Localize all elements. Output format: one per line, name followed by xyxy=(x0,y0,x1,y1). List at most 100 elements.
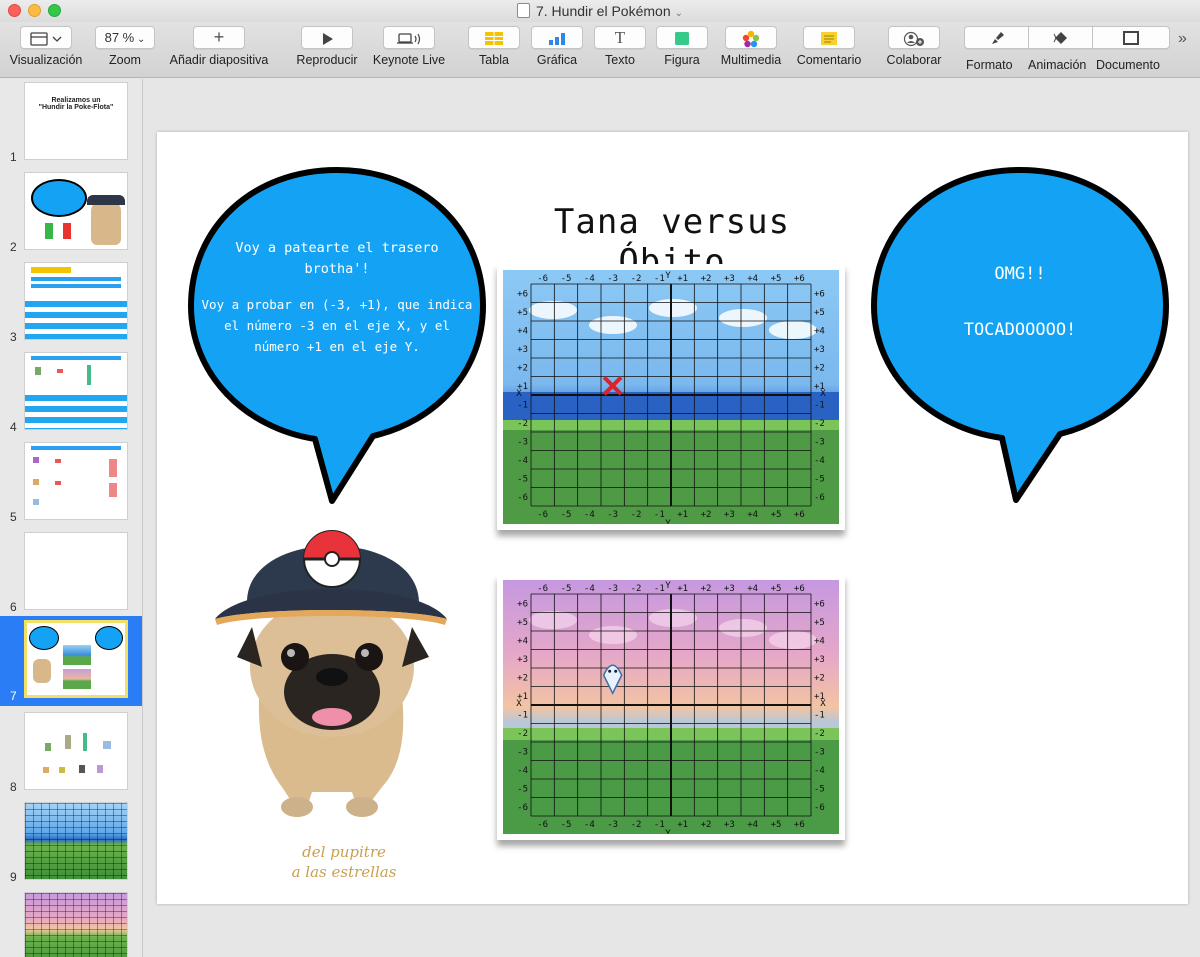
cloud-graphic xyxy=(719,619,767,637)
text-button[interactable]: T xyxy=(594,26,646,49)
slide-number: 8 xyxy=(10,780,17,794)
y-tick-label: -4 xyxy=(814,456,825,466)
y-tick-label: -3 xyxy=(814,437,825,447)
comment-menu[interactable]: Comentario xyxy=(793,26,865,67)
double-chevron-right-icon[interactable]: » xyxy=(1178,30,1187,48)
slide-navigator[interactable]: Realizamos un "Hundir la Poke-Flota" 1 2… xyxy=(0,79,143,957)
sprite-graphic xyxy=(33,499,39,505)
inspector-labels: Formato Animación Documento xyxy=(964,58,1170,73)
slide-preview: Realizamos un "Hundir la Poke-Flota" xyxy=(24,82,128,160)
x-tick-label: -4 xyxy=(584,274,595,284)
document-title: 7. Hundir el Pokémon xyxy=(535,3,671,19)
chart-menu[interactable]: Gráfica xyxy=(531,26,583,67)
slide-thumb-6[interactable]: 6 xyxy=(0,529,142,617)
signature-line: a las estrellas xyxy=(291,863,397,881)
collaborate-menu[interactable]: Colaborar xyxy=(884,26,944,67)
view-button[interactable] xyxy=(20,26,72,49)
document-label: Documento xyxy=(1096,58,1160,72)
media-menu[interactable]: Multimedia xyxy=(716,26,786,67)
box-graphic xyxy=(109,483,117,497)
waves-graphic xyxy=(25,301,127,339)
toolbar: Visualización 87 % ⌄ Zoom + Añadir diapo… xyxy=(0,22,1200,78)
y-axis-label: Y xyxy=(665,829,671,834)
slide-number: 2 xyxy=(10,240,17,254)
shape-button[interactable] xyxy=(656,26,708,49)
keynote-live-menu[interactable]: Keynote Live xyxy=(368,26,450,67)
y-axis-label: Y xyxy=(665,581,671,591)
slide[interactable]: Tana versus Óbito Voy a patearte el tras… xyxy=(157,132,1188,904)
slide-preview xyxy=(24,172,128,250)
zoom-menu[interactable]: 87 % ⌄ Zoom xyxy=(95,26,155,67)
slide-thumb-1[interactable]: Realizamos un "Hundir la Poke-Flota" 1 xyxy=(0,79,142,167)
slide-number: 4 xyxy=(10,420,17,434)
window-title[interactable]: 7. Hundir el Pokémon ⌄ xyxy=(0,3,1200,19)
slide-thumb-3[interactable]: 3 xyxy=(0,259,142,347)
x-tick-label: +5 xyxy=(771,584,782,594)
x-tick-label: -3 xyxy=(607,584,618,594)
box-graphic xyxy=(55,459,61,463)
slide-thumb-9[interactable]: 9 xyxy=(0,799,142,887)
grid-lines-graphic xyxy=(25,893,127,957)
y-tick-label: -1 xyxy=(814,400,825,410)
y-tick-label: -2 xyxy=(517,729,528,739)
slide-canvas[interactable]: Tana versus Óbito Voy a patearte el tras… xyxy=(144,79,1200,957)
coordinate-grid-bottom[interactable]: -6 -6 -5 -5 -4 -4 -3 -3 -2 -2 -1 -1 +1 +1 +2 +2 +3 +3 +4 +4… xyxy=(503,580,839,834)
add-slide-button[interactable]: + xyxy=(193,26,245,49)
zoom-select[interactable]: 87 % ⌄ xyxy=(95,26,155,49)
pug-with-cap-image[interactable] xyxy=(207,507,452,837)
comment-button[interactable] xyxy=(803,26,855,49)
media-button[interactable] xyxy=(725,26,777,49)
slide-thumb-8[interactable]: 8 xyxy=(0,709,142,797)
x-tick-label: -6 xyxy=(537,510,548,520)
x-tick-label: -4 xyxy=(584,510,595,520)
sidebar-view-icon xyxy=(30,31,62,46)
comment-note-icon xyxy=(821,32,837,46)
right-bubble-text[interactable]: OMG!! TOCADOOOOO! xyxy=(890,260,1150,344)
play-button[interactable] xyxy=(301,26,353,49)
slide-thumb-7[interactable]: 7 xyxy=(0,616,142,706)
collaborate-button[interactable] xyxy=(888,26,940,49)
animate-label: Animación xyxy=(1028,58,1087,72)
box-graphic xyxy=(55,481,61,485)
x-tick-label: -3 xyxy=(607,274,618,284)
view-menu[interactable]: Visualización xyxy=(6,26,86,67)
grid-board-top[interactable]: -6 -6 -5 -5 -4 -4 -3 -3 -2 -2 -1 -1 +1 +1 +2 +2 +3 +3 +4 +4… xyxy=(497,264,845,530)
coordinate-grid-top[interactable]: -6 -6 -5 -5 -4 -4 -3 -3 -2 -2 -1 -1 +1 +1 +2 +2 +3 +3 +4 +4… xyxy=(503,270,839,524)
slide-thumb-10[interactable] xyxy=(0,889,142,957)
x-tick-label: +2 xyxy=(701,820,712,830)
slide-thumb-5[interactable]: 5 xyxy=(0,439,142,527)
keynote-document-icon xyxy=(516,3,530,18)
format-button[interactable] xyxy=(965,27,1029,48)
y-tick-label: +2 xyxy=(517,363,528,373)
slide-number: 5 xyxy=(10,510,17,524)
left-bubble-text[interactable]: Voy a patearte el trasero brotha'! Voy a… xyxy=(197,238,477,357)
shape-label: Figura xyxy=(664,53,700,67)
y-tick-label: +4 xyxy=(814,636,825,646)
sprite-graphic xyxy=(35,367,41,375)
slide-thumb-4[interactable]: 4 xyxy=(0,349,142,437)
media-label: Multimedia xyxy=(720,53,782,67)
keynote-live-button[interactable] xyxy=(383,26,435,49)
table-button[interactable] xyxy=(468,26,520,49)
slide-thumb-2[interactable]: 2 xyxy=(0,169,142,257)
table-menu[interactable]: Tabla xyxy=(468,26,520,67)
paintbrush-icon xyxy=(991,32,1004,44)
y-tick-label: +2 xyxy=(814,363,825,373)
x-tick-label: -6 xyxy=(537,820,548,830)
chart-button[interactable] xyxy=(531,26,583,49)
y-tick-label: -1 xyxy=(517,400,528,410)
text-menu[interactable]: T Texto xyxy=(594,26,646,67)
document-button[interactable] xyxy=(1093,27,1169,48)
bubble-line: el número -3 en el eje X, y el xyxy=(224,318,450,333)
grid-board-bottom[interactable]: -6 -6 -5 -5 -4 -4 -3 -3 -2 -2 -1 -1 +1 +1 +2 +2 +3 +3 +4 +4… xyxy=(497,574,845,840)
document-square-icon xyxy=(1123,31,1139,45)
x-axis-label: X xyxy=(516,699,522,709)
animate-button[interactable] xyxy=(1029,27,1093,48)
y-tick-label: -2 xyxy=(814,419,825,429)
text-label: Texto xyxy=(605,53,635,67)
add-slide-menu[interactable]: + Añadir diapositiva xyxy=(163,26,275,67)
grid-lines-graphic xyxy=(25,803,127,879)
play-menu[interactable]: Reproducir xyxy=(292,26,362,67)
shape-menu[interactable]: Figura xyxy=(656,26,708,67)
x-tick-label: +1 xyxy=(677,510,688,520)
